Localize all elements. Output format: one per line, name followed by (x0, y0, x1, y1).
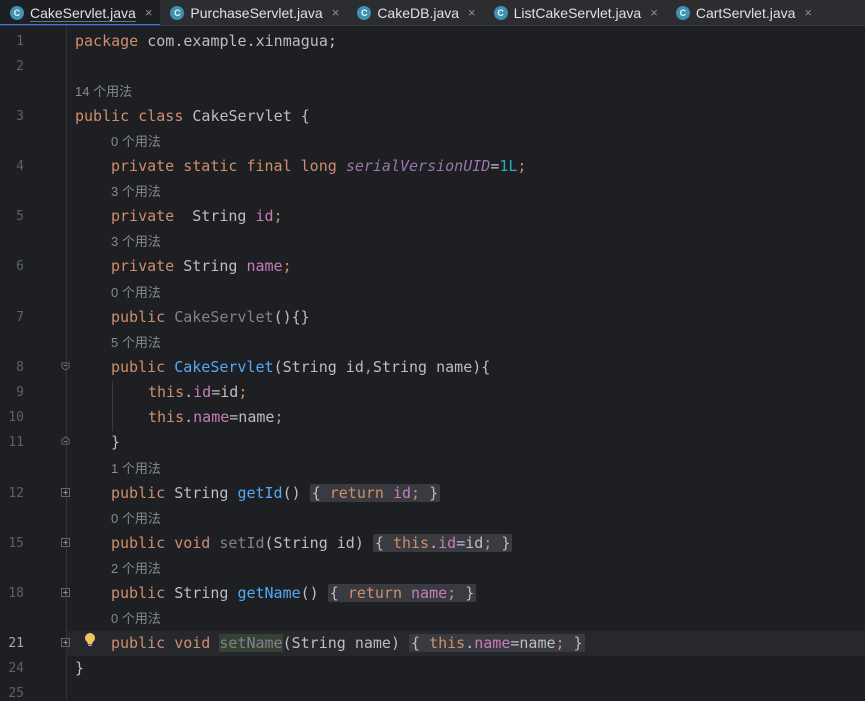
line-number: 5 (16, 209, 24, 224)
line-number: 12 (8, 486, 24, 501)
code-line-current[interactable]: public void setName(String name) { this.… (111, 631, 585, 656)
line-number: 3 (16, 109, 24, 124)
indent-guide (112, 381, 113, 431)
close-icon[interactable]: × (332, 5, 340, 20)
line-number: 6 (16, 259, 24, 274)
line-number: 11 (8, 435, 24, 450)
code-line[interactable]: public class CakeServlet { (75, 104, 310, 129)
fold-toggle-icon[interactable] (61, 362, 70, 371)
line-number: 18 (8, 586, 24, 601)
line-number: 8 (16, 360, 24, 375)
tab-label: ListCakeServlet.java (513, 4, 642, 21)
line-number: 15 (8, 536, 24, 551)
usages-hint[interactable]: 0 个用法 (111, 606, 161, 631)
fold-toggle-icon[interactable] (61, 588, 70, 597)
folded-body[interactable]: { this.name=name; } (409, 634, 585, 652)
usages-hint[interactable]: 3 个用法 (111, 229, 161, 254)
code-line[interactable]: public CakeServlet(){} (111, 305, 310, 330)
line-number: 10 (8, 410, 24, 425)
tab-label: CakeDB.java (377, 4, 460, 21)
code-line[interactable]: private String id; (111, 204, 283, 229)
close-icon[interactable]: × (145, 5, 153, 20)
code-line[interactable]: public String getId() { return id; } (111, 481, 441, 506)
java-class-icon: C (357, 5, 372, 20)
tab-cakedb[interactable]: C CakeDB.java × (347, 0, 483, 25)
close-icon[interactable]: × (468, 5, 476, 20)
editor-tab-bar: C CakeServlet.java × C PurchaseServlet.j… (0, 0, 865, 26)
tab-label: CartServlet.java (695, 4, 796, 21)
tab-label: PurchaseServlet.java (190, 4, 323, 21)
intention-bulb-icon[interactable] (83, 632, 97, 648)
line-number: 4 (16, 159, 24, 174)
tab-label: CakeServlet.java (30, 4, 136, 21)
folded-body[interactable]: { return id; } (309, 484, 441, 502)
tab-cartservlet[interactable]: C CartServlet.java × (666, 0, 820, 25)
code-line[interactable]: public void setId(String id) { this.id=i… (111, 531, 513, 556)
code-line[interactable]: this.id=id; (148, 380, 247, 405)
code-line[interactable]: } (75, 656, 84, 681)
line-number: 9 (16, 385, 24, 400)
java-class-icon: C (10, 5, 24, 20)
line-number: 1 (16, 34, 24, 49)
tab-cakeservlet[interactable]: C CakeServlet.java × (0, 0, 161, 25)
code-line[interactable]: public String getName() { return name; } (111, 581, 477, 606)
usages-hint[interactable]: 0 个用法 (111, 280, 161, 305)
java-class-icon: C (675, 5, 690, 20)
code-line[interactable]: private static final long serialVersionU… (111, 154, 526, 179)
fold-toggle-icon[interactable] (61, 436, 70, 445)
code-line[interactable]: package com.example.xinmagua; (75, 29, 337, 54)
folded-body[interactable]: { return name; } (327, 584, 477, 602)
java-class-icon: C (493, 5, 508, 20)
line-number-current: 21 (8, 636, 24, 651)
usages-hint[interactable]: 0 个用法 (111, 506, 161, 531)
code-line[interactable]: public CakeServlet(String id,String name… (111, 355, 490, 380)
java-class-icon: C (170, 5, 185, 20)
fold-toggle-icon[interactable] (61, 488, 70, 497)
tab-listcakeservlet[interactable]: C ListCakeServlet.java × (484, 0, 666, 25)
usages-hint[interactable]: 0 个用法 (111, 129, 161, 154)
line-number: 25 (8, 686, 24, 701)
folded-body[interactable]: { this.id=id; } (372, 534, 513, 552)
fold-toggle-icon[interactable] (61, 538, 70, 547)
usages-hint[interactable]: 1 个用法 (111, 456, 161, 481)
usages-hint[interactable]: 14 个用法 (75, 79, 132, 104)
fold-toggle-icon[interactable] (61, 638, 70, 647)
usages-hint[interactable]: 5 个用法 (111, 330, 161, 355)
usages-hint[interactable]: 2 个用法 (111, 556, 161, 581)
close-icon[interactable]: × (650, 5, 658, 20)
line-number: 2 (16, 59, 24, 74)
line-number: 24 (8, 661, 24, 676)
close-icon[interactable]: × (804, 5, 812, 20)
code-line[interactable]: } (111, 430, 120, 455)
usages-hint[interactable]: 3 个用法 (111, 179, 161, 204)
code-line[interactable]: this.name=name; (148, 405, 283, 430)
code-line[interactable]: private String name; (111, 254, 292, 279)
tab-purchaseservlet[interactable]: C PurchaseServlet.java × (160, 0, 347, 25)
line-number: 7 (16, 310, 24, 325)
